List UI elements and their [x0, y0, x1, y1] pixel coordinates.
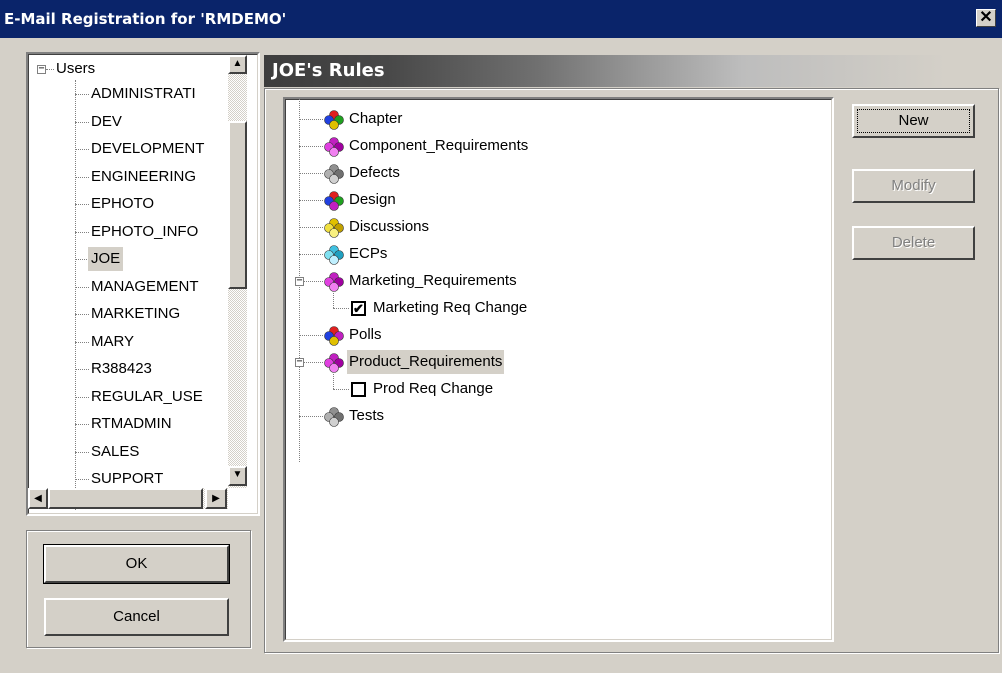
user-item[interactable]: R388423 — [91, 357, 152, 381]
tree-line — [299, 200, 323, 201]
user-item[interactable]: MARY — [91, 330, 134, 354]
scroll-down-button[interactable]: ▼ — [228, 466, 247, 486]
rule-item-label[interactable]: Component_Requirements — [349, 134, 528, 158]
rule-item-label[interactable]: Polls — [349, 323, 382, 347]
rule-checkbox[interactable]: ✔ — [351, 301, 366, 316]
tree-line — [333, 291, 334, 308]
tree-line — [75, 176, 89, 178]
focus-rect — [857, 109, 970, 133]
tree-line — [75, 341, 89, 343]
tree-line — [299, 227, 323, 228]
tree-line — [299, 146, 323, 147]
tree-line — [333, 372, 334, 389]
user-item[interactable]: JOE — [88, 247, 124, 271]
tree-line — [75, 80, 76, 510]
users-tree[interactable]: − Users ADMINISTRATI DEV DEVELOPMENT ENGINE… — [26, 52, 260, 516]
title-bar: E-Mail Registration for 'RMDEMO' ✕ — [0, 0, 1002, 38]
user-item[interactable]: EPHOTO_INFO — [91, 220, 198, 244]
collapse-icon[interactable]: − — [37, 64, 46, 74]
multicolor-cube-icon — [324, 191, 344, 211]
new-button[interactable]: New — [852, 104, 975, 138]
user-item[interactable]: EPHOTO — [91, 192, 154, 216]
hscroll-thumb[interactable] — [48, 488, 203, 509]
tree-line — [75, 94, 89, 95]
tree-line — [299, 335, 323, 336]
tree-line — [75, 204, 89, 205]
scroll-left-button[interactable]: ◀ — [28, 488, 48, 509]
close-icon: ✕ — [979, 9, 993, 26]
tree-line — [75, 314, 89, 315]
modify-button[interactable]: Modify — [852, 169, 975, 203]
gray-cube-icon — [324, 164, 344, 184]
rule-item-label[interactable]: Marketing_Requirements — [349, 269, 517, 293]
tree-root-users[interactable]: Users — [56, 57, 95, 81]
magenta-cube-icon — [324, 272, 344, 292]
window-title: E-Mail Registration for 'RMDEMO' — [4, 10, 287, 28]
tree-line — [299, 119, 323, 120]
scroll-right-button[interactable]: ▶ — [205, 488, 227, 509]
tree-line — [299, 254, 323, 255]
tree-line — [299, 416, 323, 417]
tree-line — [75, 479, 89, 480]
rule-item-label[interactable]: Design — [349, 188, 396, 212]
scroll-up-button[interactable]: ▲ — [228, 55, 247, 74]
rule-child-label[interactable]: Marketing Req Change — [373, 296, 527, 320]
tree-line — [75, 286, 89, 288]
magenta-cube-icon — [324, 137, 344, 157]
rule-item-label[interactable]: ECPs — [349, 242, 387, 266]
rule-item-label[interactable]: Product_Requirements — [347, 350, 505, 374]
rule-checkbox[interactable] — [351, 382, 366, 397]
cancel-button[interactable]: Cancel — [44, 598, 229, 636]
rule-item-label[interactable]: Discussions — [349, 215, 429, 239]
user-item[interactable]: SALES — [91, 440, 139, 464]
tree-line — [75, 396, 89, 398]
magenta-cube-icon — [324, 353, 344, 373]
user-item[interactable]: RTMADMIN — [91, 412, 172, 436]
tree-line — [75, 424, 89, 425]
tree-line — [333, 308, 349, 309]
cyan-cube-icon — [324, 245, 344, 265]
rules-header-title: JOE's Rules — [272, 60, 385, 81]
multicolor-cube-icon — [324, 326, 344, 346]
tree-line — [75, 259, 89, 260]
ok-button[interactable]: OK — [43, 544, 230, 584]
collapse-icon[interactable]: − — [295, 276, 304, 286]
rule-item-label[interactable]: Tests — [349, 404, 384, 428]
delete-button[interactable]: Delete — [852, 226, 975, 260]
user-item[interactable]: DEVELOPMENT — [91, 137, 204, 161]
multicolor-cube-icon — [324, 110, 344, 130]
tree-line — [46, 69, 54, 70]
tree-line — [75, 451, 89, 453]
tree-line — [75, 121, 89, 123]
user-item[interactable]: REGULAR_USE — [91, 385, 203, 409]
user-item[interactable]: MARKETING — [91, 302, 180, 326]
rule-item-label[interactable]: Chapter — [349, 107, 402, 131]
rule-child-label[interactable]: Prod Req Change — [373, 377, 493, 401]
user-item[interactable]: ADMINISTRATI — [91, 82, 196, 106]
tree-line — [333, 389, 349, 390]
tree-line — [75, 231, 89, 233]
tree-line — [299, 173, 323, 174]
close-button[interactable]: ✕ — [976, 9, 996, 27]
rule-item-label[interactable]: Defects — [349, 161, 400, 185]
scroll-thumb[interactable] — [228, 121, 247, 289]
users-hscrollbar[interactable]: ◀ ▶ — [28, 488, 228, 509]
users-vscrollbar[interactable]: ▲ ▼ — [228, 55, 247, 488]
gray-cube-icon — [324, 407, 344, 427]
rules-header: JOE's Rules — [264, 55, 947, 87]
yellow-cube-icon — [324, 218, 344, 238]
rules-tree[interactable]: Chapter Component_Requirements Defects Desi… — [283, 97, 834, 642]
user-item[interactable]: DEV — [91, 110, 122, 134]
tree-line — [75, 369, 89, 370]
tree-line — [75, 149, 89, 150]
user-item[interactable]: MANAGEMENT — [91, 275, 199, 299]
user-item[interactable]: ENGINEERING — [91, 165, 196, 189]
collapse-icon[interactable]: − — [295, 357, 304, 367]
